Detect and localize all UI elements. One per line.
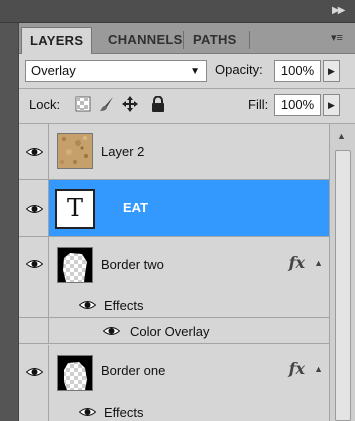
layer-name: Border two [101,257,164,272]
effects-row[interactable]: Effects [19,399,329,421]
panel-tab-bar: LAYERS CHANNELS PATHS ▾≡ [19,23,355,54]
layer-thumbnail [57,133,93,169]
eye-icon [26,260,43,268]
effect-name: Color Overlay [130,324,210,339]
layers-scrollbar[interactable]: ▲ [329,124,355,421]
move-icon[interactable] [122,96,138,112]
visibility-toggle [19,399,49,421]
layer-name: Layer 2 [101,144,145,159]
border-shape-thumbnail [58,356,92,390]
eye-icon[interactable] [79,407,96,417]
opacity-slider-button[interactable]: ▶ [323,60,340,82]
divider [19,88,355,89]
panel-menu-icon[interactable]: ▾≡ [331,31,347,45]
tab-separator [249,31,250,49]
visibility-toggle[interactable] [19,345,49,399]
tab-channels[interactable]: CHANNELS [100,27,191,54]
layers-body: Overlay ▼ Opacity: 100% ▶ Lock: Fill: 10… [19,54,355,421]
layer-row[interactable]: Border two fx ▲ [19,237,329,292]
texture-thumbnail [58,134,92,168]
layers-list: Layer 2 T EAT Border two fx ▲ Effects Co… [19,124,329,421]
eye-icon[interactable] [79,300,96,310]
opacity-label: Opacity: [215,62,263,77]
tab-separator [183,31,184,49]
layers-panel: ▶▶ LAYERS CHANNELS PATHS ▾≡ Overlay ▼ Op… [0,0,355,421]
type-T-icon: T [66,194,83,222]
eye-icon [26,368,43,376]
mask-thumbnail [57,355,93,391]
effects-row[interactable]: Effects [19,292,329,318]
type-layer-thumbnail: T [55,189,95,229]
collapse-icon[interactable]: ▶▶ [332,5,346,17]
eye-icon[interactable] [103,326,120,336]
visibility-toggle[interactable] [19,124,49,179]
eye-icon [26,205,43,213]
visibility-toggle [19,318,49,343]
fill-label: Fill: [248,97,269,112]
fx-icon[interactable]: fx [289,253,305,272]
scrollbar-thumb[interactable] [335,150,351,421]
layer-row-selected[interactable]: T EAT [19,180,329,237]
effect-item-row[interactable]: Color Overlay [19,318,329,344]
lock-label: Lock: [29,97,61,112]
border-shape-thumbnail [58,248,92,282]
opacity-field[interactable]: 100% [274,60,321,82]
collapse-effects-icon[interactable]: ▲ [314,364,323,374]
effects-label: Effects [104,405,144,420]
brush-icon[interactable] [99,96,115,112]
layer-row[interactable]: Border one fx ▲ [19,345,329,399]
layer-row[interactable]: Layer 2 [19,124,329,180]
layer-name: Border one [101,363,166,378]
fx-icon[interactable]: fx [289,359,305,378]
effects-label: Effects [104,298,144,313]
eye-icon [26,148,43,156]
padlock-icon[interactable] [150,96,166,112]
layer-name: EAT [123,200,149,215]
visibility-toggle [19,292,49,317]
scroll-up-arrow-icon[interactable]: ▲ [337,131,346,141]
visibility-toggle[interactable] [19,180,49,236]
blend-mode-value: Overlay [31,63,76,78]
panel-left-edge [0,23,19,421]
lock-transparent-pixels-icon[interactable] [75,96,91,112]
mask-thumbnail [57,247,93,283]
tab-layers[interactable]: LAYERS [21,27,93,54]
collapse-effects-icon[interactable]: ▲ [314,258,323,268]
fill-field[interactable]: 100% [274,94,321,116]
blend-mode-dropdown[interactable]: Overlay ▼ [25,60,207,82]
panel-title-strip: ▶▶ [0,0,355,23]
visibility-toggle[interactable] [19,237,49,292]
fill-slider-button[interactable]: ▶ [323,94,340,116]
chevron-down-icon: ▼ [190,66,200,77]
tab-paths[interactable]: PATHS [185,27,245,54]
